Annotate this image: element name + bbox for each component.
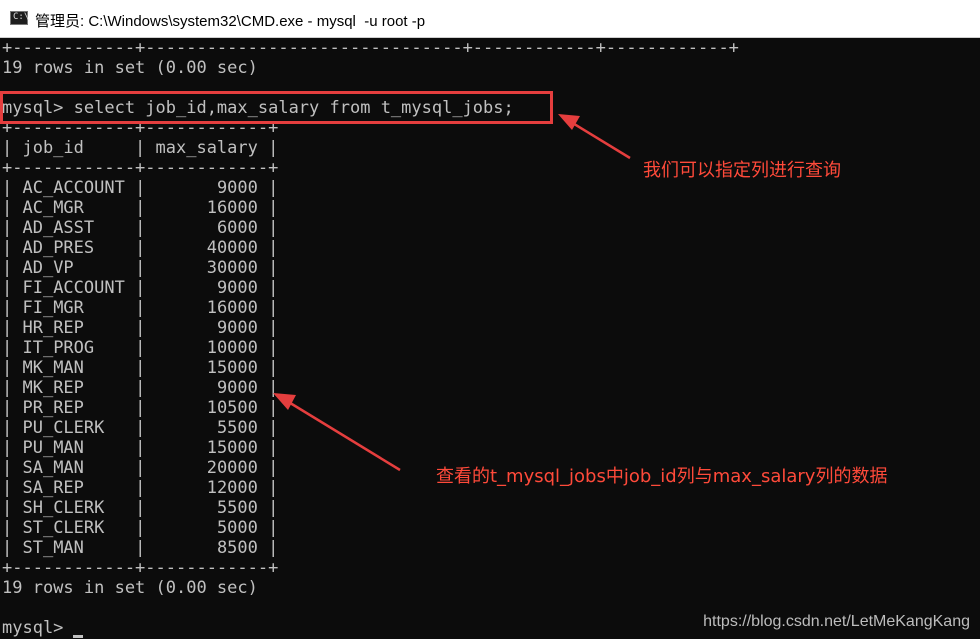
- arrow-head-1: [558, 114, 580, 130]
- arrow-line-2: [281, 396, 401, 472]
- arrow-line-1: [565, 117, 631, 160]
- arrow-head-2: [273, 393, 296, 410]
- watermark: https://blog.csdn.net/LetMeKangKang: [703, 613, 970, 630]
- annotation-arrows: [273, 114, 631, 472]
